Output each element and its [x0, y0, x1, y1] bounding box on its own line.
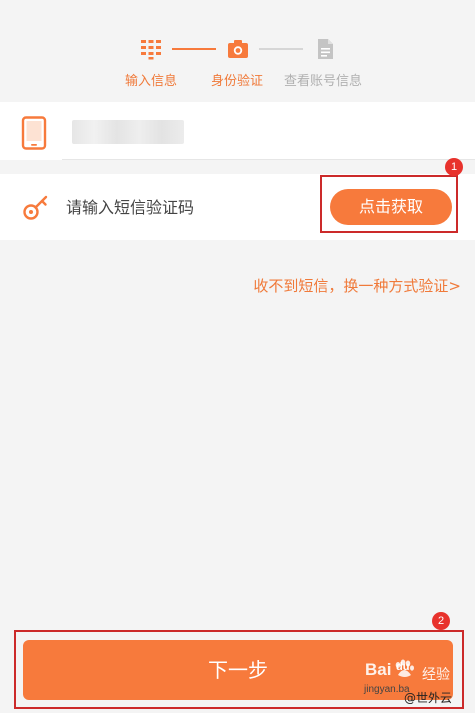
step-label-input-info: 输入信息	[125, 74, 178, 89]
divider	[62, 159, 475, 160]
annotation-box-1	[320, 175, 458, 233]
annotation-badge-2: 2	[432, 612, 450, 630]
watermark-baidu-du: du	[396, 661, 410, 673]
watermark-jingyan-text: 经验	[422, 667, 450, 683]
annotation-badge-1: 1	[445, 158, 463, 176]
phone-number-masked	[72, 120, 184, 144]
step-label-identity-verify: 身份验证	[211, 74, 264, 89]
alternate-verification-link[interactable]: 收不到短信，换一种方式验证>	[253, 275, 461, 296]
watermark-url: jingyan.ba	[364, 684, 410, 695]
camera-icon	[228, 40, 248, 58]
keypad-icon	[141, 40, 161, 60]
progress-stepper: 输入信息 身份验证 查看账号信息	[0, 0, 475, 100]
step-connector-done	[172, 48, 216, 50]
document-icon	[318, 39, 333, 59]
phone-icon	[21, 116, 47, 150]
step-connector-pending	[259, 48, 303, 50]
sms-code-input[interactable]	[66, 194, 286, 220]
key-icon	[23, 195, 48, 220]
phone-row	[0, 102, 475, 160]
watermark-source: @世外云	[404, 691, 453, 705]
watermark-baidu-bai: Bai	[365, 660, 392, 679]
step-label-view-account: 查看账号信息	[284, 74, 363, 89]
